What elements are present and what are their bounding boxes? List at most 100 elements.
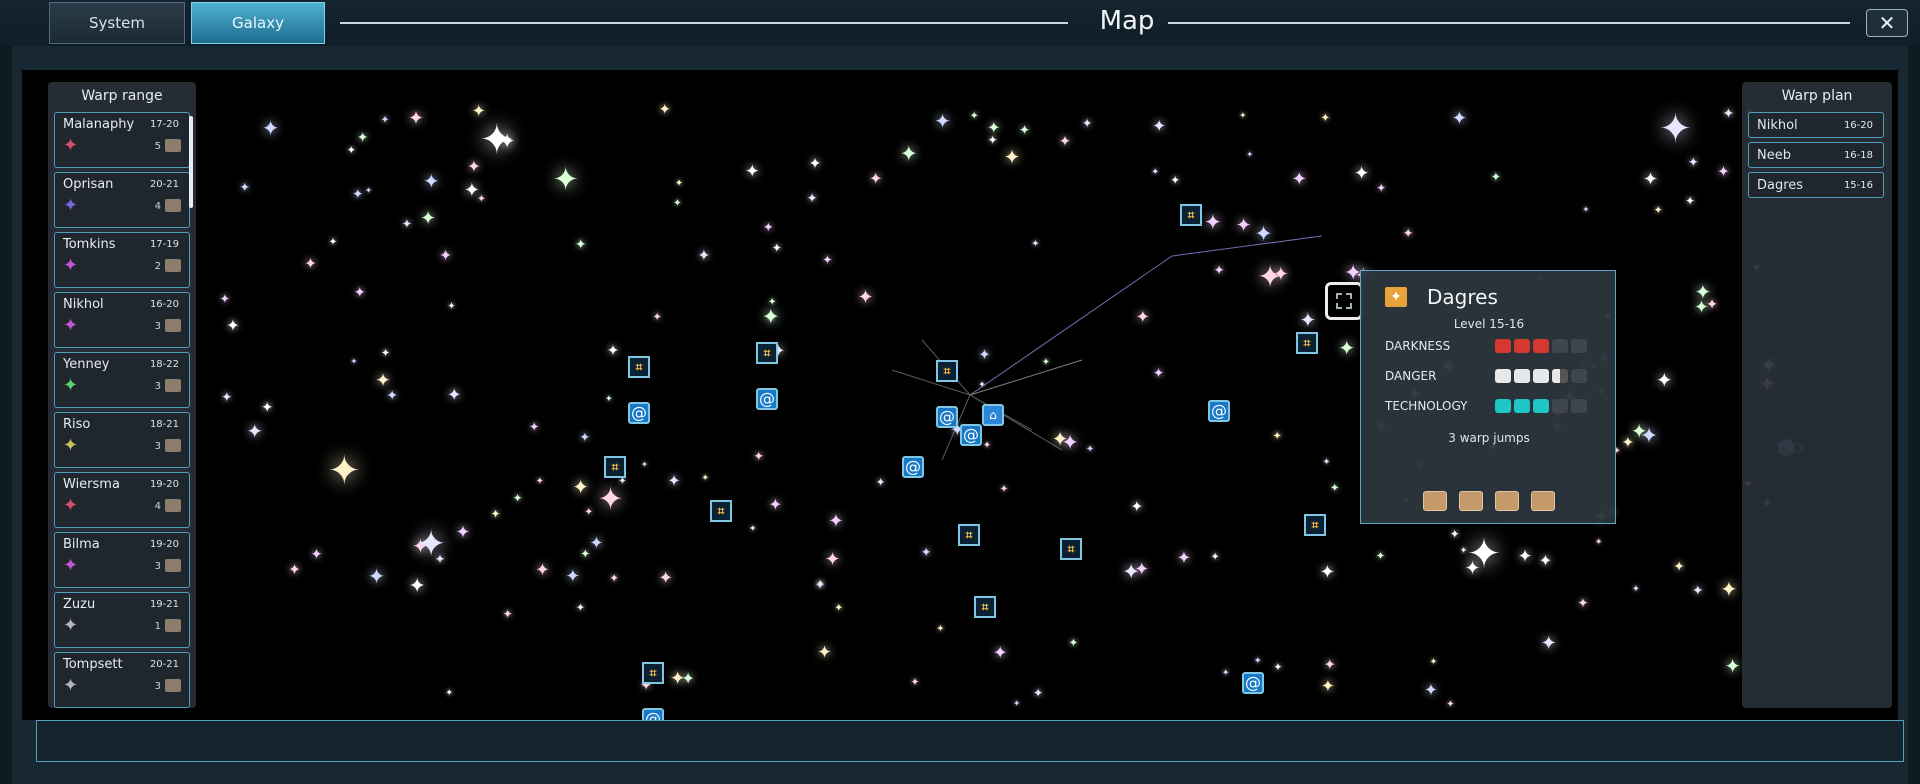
vortex-icon[interactable]: @	[642, 708, 664, 720]
warp-gate-icon[interactable]: ⌗	[1304, 514, 1326, 536]
warp-range-item[interactable]: Malanaphy 17-20 ✦ 5	[54, 112, 190, 168]
warp-gate-icon[interactable]: ⌗	[642, 662, 664, 684]
warp-plan-item-name: Nikhol	[1757, 118, 1798, 133]
chest-count: 2	[154, 261, 161, 272]
star-icon: ✦	[63, 615, 79, 636]
tooltip-level: Level 15-16	[1453, 317, 1525, 331]
selection-reticle-icon	[1325, 282, 1363, 320]
warp-jumps-count: 3 warp jumps	[1448, 431, 1530, 445]
chest-icon	[165, 619, 181, 632]
warp-plan-item[interactable]: Nikhol 16-20	[1748, 112, 1884, 138]
vortex-icon[interactable]: @	[628, 402, 650, 424]
star-icon: ✦	[63, 315, 79, 336]
warp-range-title: Warp range	[81, 88, 163, 104]
chest-count: 3	[154, 321, 161, 332]
chest-icon	[165, 379, 181, 392]
rating-pip	[1552, 399, 1568, 413]
danger-label: DANGER	[1385, 369, 1437, 383]
warp-range-item-level: 19-21	[149, 599, 179, 610]
chest-icon	[1459, 491, 1483, 511]
warp-range-item[interactable]: Zuzu 19-21 ✦ 1	[54, 592, 190, 648]
chest-count: 3	[154, 681, 161, 692]
rating-pip	[1552, 339, 1568, 353]
loot-chests	[1423, 491, 1555, 511]
rating-pip	[1571, 339, 1587, 353]
warp-plan-item[interactable]: Dagres 15-16	[1748, 172, 1884, 198]
rating-pip	[1533, 399, 1549, 413]
warp-range-item-level: 17-19	[149, 239, 179, 250]
warp-range-item-level: 19-20	[149, 539, 179, 550]
warp-range-item[interactable]: Bilma 19-20 ✦ 3	[54, 532, 190, 588]
warp-plan-item[interactable]: Neeb 16-18	[1748, 142, 1884, 168]
close-button[interactable]: ✕	[1866, 9, 1908, 37]
warp-range-item[interactable]: Tomkins 17-19 ✦ 2	[54, 232, 190, 288]
technology-rating	[1495, 399, 1587, 413]
chest-icon	[165, 499, 181, 512]
darkness-label: DARKNESS	[1385, 339, 1451, 353]
warp-range-item[interactable]: Tompsett 20-21 ✦ 3	[54, 652, 190, 708]
chest-count: 3	[154, 381, 161, 392]
warp-range-item-level: 18-22	[149, 359, 179, 370]
galaxy-map[interactable]: ✦ ✦ ✦ ✦ ✦ ✦ ✦ ✦ ✦ ✦ ✦ ✦ ✦ ✦ ✦ ✦ ✦ ✦ ✦ ✦ ✦ ✦ ✦ ✦ ✦ ✦ ✦ ✦ ✦ ✦ ✦ ✦ ✦ ✦ ✦ ✦ ✦ ✦ ✦ ✦…	[22, 70, 1898, 720]
warp-gate-icon[interactable]: ⌗	[958, 524, 980, 546]
tab-system[interactable]: System	[49, 2, 185, 44]
warp-plan-item-level: 16-20	[1843, 120, 1873, 131]
rating-pip	[1514, 369, 1530, 383]
rating-pip	[1552, 369, 1568, 383]
rating-pip	[1571, 369, 1587, 383]
warp-range-item[interactable]: Riso 18-21 ✦ 3	[54, 412, 190, 468]
warp-plan-item-level: 16-18	[1843, 150, 1873, 161]
warp-range-item[interactable]: Oprisan 20-21 ✦ 4	[54, 172, 190, 228]
warp-gate-icon[interactable]: ⌗	[1180, 204, 1202, 226]
bottom-bar	[36, 720, 1904, 762]
warp-range-item[interactable]: Nikhol 16-20 ✦ 3	[54, 292, 190, 348]
rating-pip	[1495, 399, 1511, 413]
vortex-icon[interactable]: @	[756, 388, 778, 410]
warp-range-scrollbar[interactable]	[189, 116, 193, 208]
vortex-icon[interactable]: @	[960, 424, 982, 446]
star-icon: ✦	[63, 195, 79, 216]
warp-range-item-name: Zuzu	[63, 597, 96, 612]
warp-range-item-name: Yenney	[63, 357, 110, 372]
warp-gate-icon[interactable]: ⌗	[710, 500, 732, 522]
chest-icon	[1531, 491, 1555, 511]
rating-pip	[1514, 399, 1530, 413]
chest-count: 3	[154, 441, 161, 452]
warp-gate-icon[interactable]: ⌗	[604, 456, 626, 478]
warp-range-item-level: 20-21	[149, 179, 179, 190]
vortex-icon[interactable]: @	[936, 406, 958, 428]
warp-range-item[interactable]: Wiersma 19-20 ✦ 4	[54, 472, 190, 528]
warp-links	[891, 235, 1323, 461]
warp-gate-icon[interactable]: ⌗	[628, 356, 650, 378]
vortex-icon[interactable]: @	[902, 456, 924, 478]
warp-range-item-name: Malanaphy	[63, 117, 135, 132]
warp-gate-icon[interactable]: ⌗	[936, 360, 958, 382]
chest-icon	[165, 679, 181, 692]
chest-count: 4	[154, 201, 161, 212]
warp-range-item[interactable]: Yenney 18-22 ✦ 3	[54, 352, 190, 408]
title-divider-left	[340, 22, 1068, 24]
chest-icon	[165, 199, 181, 212]
close-icon: ✕	[1878, 11, 1896, 35]
warp-gate-icon[interactable]: ⌗	[974, 596, 996, 618]
vortex-icon[interactable]: @	[1208, 400, 1230, 422]
warp-range-item-name: Oprisan	[63, 177, 114, 192]
star-icon: ✦	[63, 675, 79, 696]
chest-icon	[165, 439, 181, 452]
system-tooltip: ✦ Dagres Level 15-16 DARKNESS DANGER TEC…	[1360, 270, 1616, 524]
warp-gate-icon[interactable]: ⌗	[1060, 538, 1082, 560]
tab-galaxy[interactable]: Galaxy	[191, 2, 325, 44]
chest-count: 3	[154, 561, 161, 572]
player-ship-icon[interactable]: ⌂	[982, 404, 1004, 426]
chest-icon	[1495, 491, 1519, 511]
warp-gate-icon[interactable]: ⌗	[756, 342, 778, 364]
rating-pip	[1571, 399, 1587, 413]
warp-range-item-name: Nikhol	[63, 297, 104, 312]
star-icon: ✦	[63, 255, 79, 276]
warp-gate-icon[interactable]: ⌗	[1296, 332, 1318, 354]
star-icon: ✦	[63, 435, 79, 456]
warp-range-item-level: 19-20	[149, 479, 179, 490]
vortex-icon[interactable]: @	[1242, 672, 1264, 694]
warp-range-panel: Warp range Malanaphy 17-20 ✦ 5 Oprisan 20-21 ✦…	[48, 82, 196, 708]
warp-plan-panel: Warp plan Nikhol 16-20 Neeb 16-18 Dagres 15-1…	[1742, 82, 1892, 708]
